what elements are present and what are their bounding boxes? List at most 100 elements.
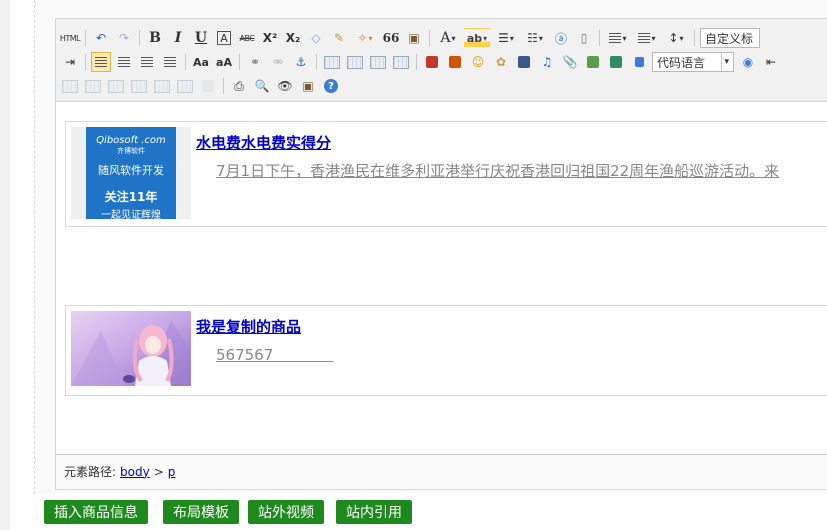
merge-cells-icon[interactable] <box>198 76 218 96</box>
toolbar-separator <box>185 54 186 70</box>
clear-document-icon[interactable]: ▯ <box>574 28 594 48</box>
frame-icon[interactable] <box>629 52 649 72</box>
line-height-icon[interactable]: ↕ <box>663 28 689 48</box>
redo-icon[interactable]: ↷ <box>114 28 134 48</box>
gmap-icon[interactable] <box>606 52 626 72</box>
image-left-icon[interactable] <box>345 52 365 72</box>
embedded-item-card[interactable]: 我是复制的商品 567567 <box>65 305 827 396</box>
forecolor-button[interactable]: A <box>435 28 461 48</box>
toolbar-separator <box>416 54 417 70</box>
auto-format-icon[interactable]: ✧ <box>352 28 378 48</box>
toolbar-separator <box>85 30 86 46</box>
eraser-icon[interactable]: ◇ <box>306 28 326 48</box>
bold-button[interactable]: B <box>145 28 165 48</box>
page-break-icon[interactable]: ◉ <box>738 52 758 72</box>
justify-left-icon[interactable] <box>91 52 111 72</box>
anchor-icon[interactable]: ⚓ <box>291 52 311 72</box>
map-icon[interactable] <box>583 52 603 72</box>
multi-image-icon[interactable] <box>445 52 465 72</box>
image-right-icon[interactable] <box>368 52 388 72</box>
toolbar-separator <box>239 54 240 70</box>
help-icon[interactable]: ? <box>321 76 341 96</box>
toolbar-separator <box>316 54 317 70</box>
chevron-down-icon: ▾ <box>721 53 729 71</box>
indent-icon[interactable]: ⇥ <box>60 52 80 72</box>
logo-brand: Qibosoft .com <box>96 135 166 146</box>
delete-row-icon[interactable] <box>152 76 172 96</box>
preview-icon[interactable]: 🔍 <box>252 76 272 96</box>
insert-paragraph-icon[interactable] <box>106 76 126 96</box>
print-icon[interactable]: ⎙ <box>229 76 249 96</box>
element-path-p[interactable]: p <box>168 465 176 479</box>
drafts-icon[interactable]: ▣ <box>298 76 318 96</box>
editor-toolbar: HTML ↶ ↷ B I U A ABC X² X₂ ◇ ✎ ✧ 66 ▣ A … <box>56 19 827 102</box>
backcolor-button[interactable]: ab <box>464 28 490 48</box>
editor-action-buttons: 插入商品信息 布局模板 站外视频 站内引用 <box>44 500 427 524</box>
unlink-icon[interactable]: ⚮ <box>268 52 288 72</box>
layout-template-button[interactable]: 布局模板 <box>163 500 239 524</box>
toolbar-separator <box>429 30 430 46</box>
subscript-button[interactable]: X₂ <box>283 28 303 48</box>
internal-quote-button[interactable]: 站内引用 <box>336 500 412 524</box>
to-lowercase-icon[interactable]: aA <box>214 52 234 72</box>
insert-product-button[interactable]: 插入商品信息 <box>44 500 148 524</box>
image-center-icon[interactable] <box>391 52 411 72</box>
justify-full-icon[interactable] <box>160 52 180 72</box>
insert-video-icon[interactable] <box>514 52 534 72</box>
ordered-list-icon[interactable]: ☰ <box>493 28 519 48</box>
template-icon[interactable]: ⇤ <box>761 52 781 72</box>
font-border-button[interactable]: A <box>217 31 231 45</box>
item-title-link[interactable]: 水电费水电费实得分 <box>196 132 331 153</box>
toolbar-separator <box>223 78 224 94</box>
toolbar-row-1: HTML ↶ ↷ B I U A ABC X² X₂ ◇ ✎ ✧ 66 ▣ A … <box>60 27 764 49</box>
delete-table-icon[interactable] <box>83 76 103 96</box>
search-replace-icon[interactable]: 👁 <box>275 76 295 96</box>
unordered-list-icon[interactable]: ☷ <box>522 28 548 48</box>
logo-line2: 一起见证辉煌 <box>101 210 161 221</box>
scrawl-icon[interactable]: ✿ <box>491 52 511 72</box>
toolbar-row-2: ⇥ Aa aA ⚭ ⚮ ⚓ ☺ ✿ ♫ 📎 代码语言 ▾ ◉ ⇤ <box>60 51 784 73</box>
justify-right-icon[interactable] <box>137 52 157 72</box>
toolbar-separator <box>694 30 695 46</box>
item-description: 567567 <box>216 346 334 364</box>
paste-text-icon[interactable]: ▣ <box>404 28 424 48</box>
logo-sub: 齐博软件 <box>117 147 145 155</box>
strikethrough-button[interactable]: ABC <box>237 28 257 48</box>
italic-button[interactable]: I <box>168 28 188 48</box>
link-icon[interactable]: ⚭ <box>245 52 265 72</box>
insert-col-icon[interactable] <box>175 76 195 96</box>
superscript-button[interactable]: X² <box>260 28 280 48</box>
custom-style-select[interactable]: 自定义标 <box>700 28 760 48</box>
row-spacing-top-icon[interactable] <box>605 28 631 48</box>
element-path-label: 元素路径: <box>64 465 117 479</box>
format-brush-icon[interactable]: ✎ <box>329 28 349 48</box>
external-video-button[interactable]: 站外视频 <box>248 500 324 524</box>
blockquote-button[interactable]: 66 <box>381 28 401 48</box>
element-path-body[interactable]: body <box>120 465 150 479</box>
toolbar-separator <box>85 54 86 70</box>
embedded-item-card[interactable]: Qibosoft .com 齐博软件 随风软件开发 关注11年 一起见证辉煌 水… <box>65 121 827 227</box>
image-none-icon[interactable] <box>322 52 342 72</box>
item-thumbnail: Qibosoft .com 齐博软件 随风软件开发 关注11年 一起见证辉煌 <box>71 127 191 221</box>
code-language-select[interactable]: 代码语言 ▾ <box>652 52 734 72</box>
item-title-link[interactable]: 我是复制的商品 <box>196 316 301 337</box>
undo-icon[interactable]: ↶ <box>91 28 111 48</box>
justify-center-icon[interactable] <box>114 52 134 72</box>
custom-style-label: 自定义标 <box>705 31 754 46</box>
toolbar-separator <box>139 30 140 46</box>
emotion-icon[interactable]: ☺ <box>468 52 488 72</box>
insert-row-icon[interactable] <box>129 76 149 96</box>
music-icon[interactable]: ♫ <box>537 52 557 72</box>
html-source-button[interactable]: HTML <box>60 28 81 48</box>
to-uppercase-icon[interactable]: Aa <box>191 52 211 72</box>
underline-button[interactable]: U <box>191 28 211 48</box>
element-path-separator: > <box>153 464 164 479</box>
editor-content[interactable]: Qibosoft .com 齐博软件 随风软件开发 关注11年 一起见证辉煌 水… <box>56 102 827 454</box>
attachment-icon[interactable]: 📎 <box>560 52 580 72</box>
select-all-icon[interactable]: ⓐ <box>551 28 571 48</box>
toolbar-separator <box>599 30 600 46</box>
insert-table-icon[interactable] <box>60 76 80 96</box>
element-path-bar: 元素路径: body > p <box>56 454 827 488</box>
row-spacing-bottom-icon[interactable] <box>634 28 660 48</box>
insert-image-icon[interactable] <box>422 52 442 72</box>
